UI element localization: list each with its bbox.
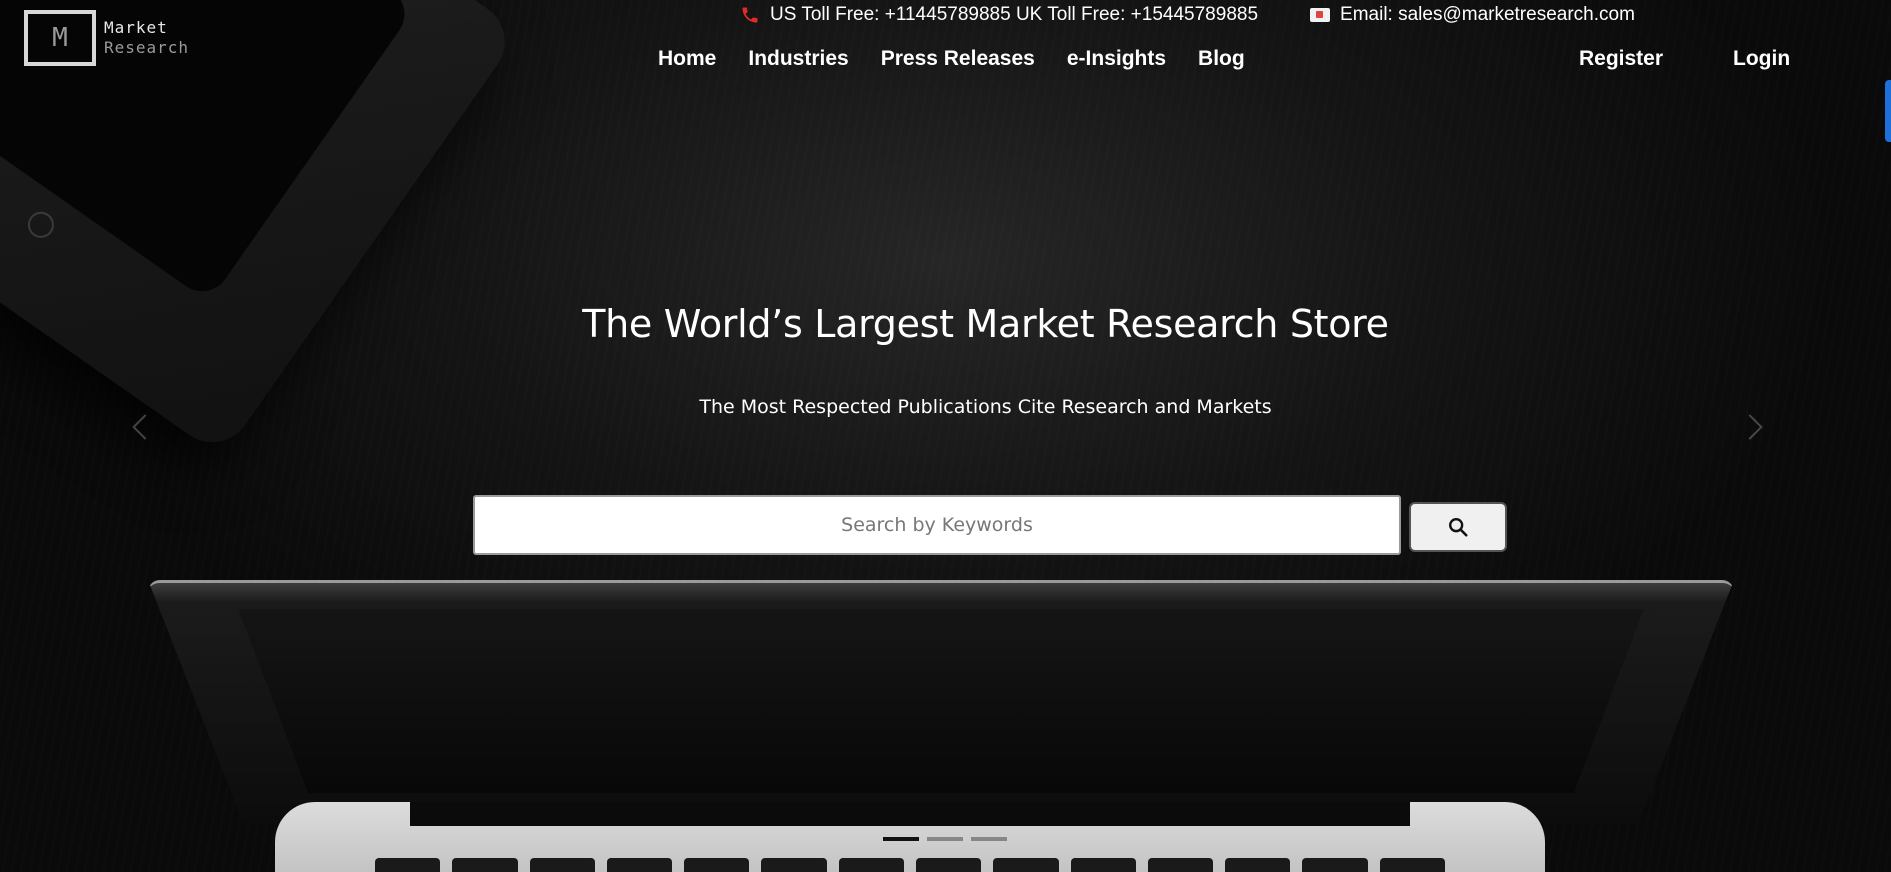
carousel-indicator[interactable] bbox=[883, 837, 919, 841]
hero-carousel: M Market Research US Toll Free: +1144578… bbox=[0, 0, 1891, 872]
main-nav: Home Industries Press Releases e-Insight… bbox=[658, 47, 1277, 71]
nav-industries[interactable]: Industries bbox=[748, 47, 848, 71]
logo-line-1: Market bbox=[104, 18, 168, 37]
auth-links: Register Login bbox=[1579, 47, 1790, 71]
carousel-indicator[interactable] bbox=[971, 837, 1007, 841]
nav-e-insights[interactable]: e-Insights bbox=[1067, 47, 1166, 71]
carousel-indicator[interactable] bbox=[927, 837, 963, 841]
toll-free-numbers: US Toll Free: +11445789885 UK Toll Free:… bbox=[770, 4, 1259, 25]
search-button[interactable] bbox=[1409, 502, 1507, 552]
hero-title: The World’s Largest Market Research Stor… bbox=[582, 302, 1389, 346]
mail-icon bbox=[1310, 8, 1331, 22]
chevron-right-icon[interactable] bbox=[1737, 414, 1763, 440]
logo-mark: M bbox=[24, 10, 96, 66]
hero-subtitle: The Most Respected Publications Cite Res… bbox=[699, 396, 1272, 418]
search-bar bbox=[473, 495, 1507, 555]
nav-press-releases[interactable]: Press Releases bbox=[881, 47, 1035, 71]
contact-email[interactable]: Email: sales@marketresearch.com bbox=[1340, 4, 1635, 26]
carousel-indicators bbox=[883, 837, 1007, 841]
nav-home[interactable]: Home bbox=[658, 47, 716, 71]
logo-wordmark: Market Research bbox=[104, 18, 189, 58]
background-laptop-lid bbox=[148, 580, 1734, 823]
chevron-left-icon[interactable] bbox=[132, 414, 158, 440]
search-input[interactable] bbox=[473, 495, 1401, 555]
side-feedback-tab[interactable] bbox=[1885, 80, 1891, 142]
contact-bar: US Toll Free: +11445789885 UK Toll Free:… bbox=[740, 4, 1635, 26]
register-link[interactable]: Register bbox=[1579, 47, 1663, 71]
login-link[interactable]: Login bbox=[1733, 47, 1790, 71]
site-logo[interactable]: M Market Research bbox=[24, 10, 189, 66]
background-tablet-image bbox=[0, 0, 521, 458]
phone-icon bbox=[742, 7, 758, 23]
logo-line-2: Research bbox=[104, 38, 190, 57]
search-icon bbox=[1449, 518, 1468, 537]
nav-blog[interactable]: Blog bbox=[1198, 47, 1245, 71]
